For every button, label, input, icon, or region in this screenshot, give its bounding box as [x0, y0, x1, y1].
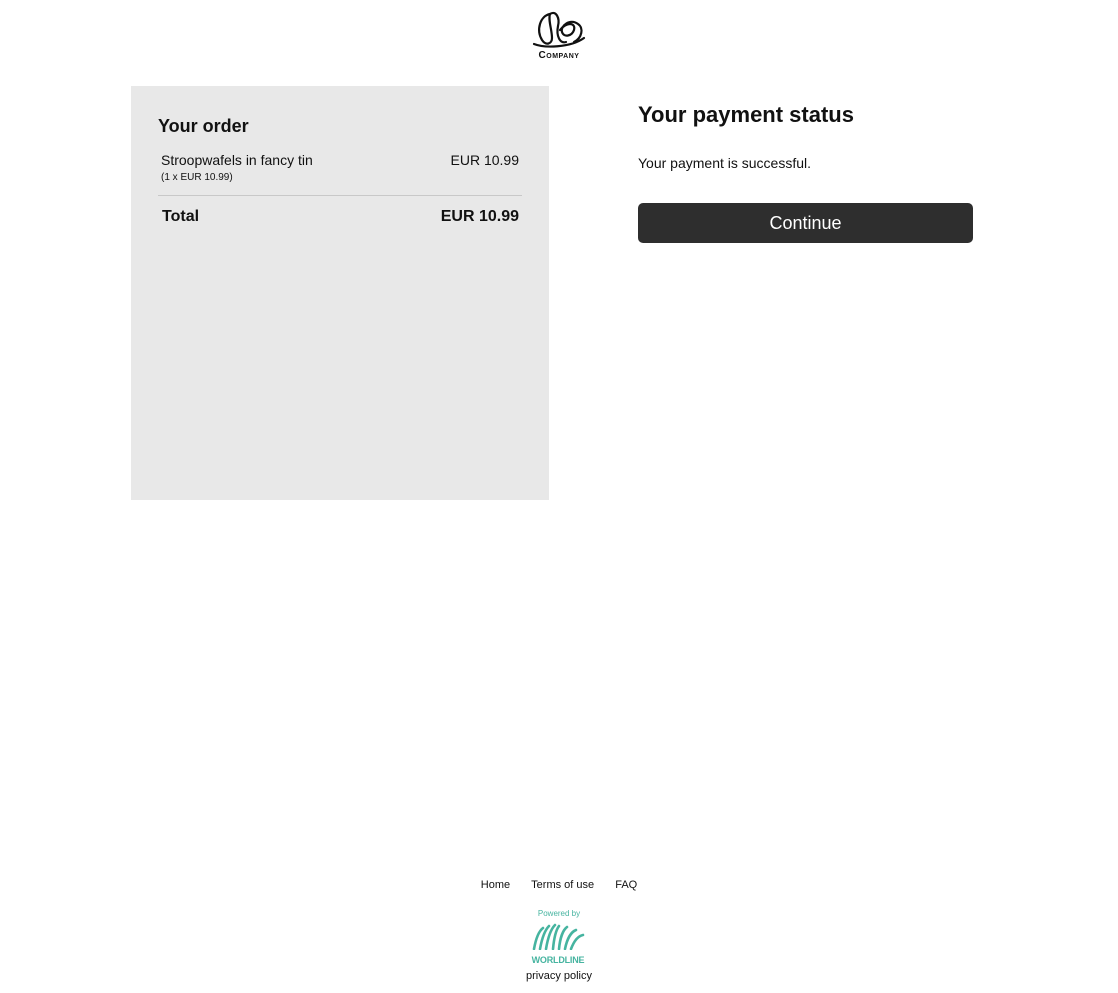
- footer-link-home[interactable]: Home: [481, 879, 510, 891]
- footer-links: Home Terms of use FAQ: [0, 879, 1118, 891]
- payment-status-message: Your payment is successful.: [638, 155, 812, 171]
- payment-status-page: Company Your order Stroopwafels in fancy…: [0, 0, 1118, 993]
- order-divider: [158, 195, 522, 196]
- footer-link-terms[interactable]: Terms of use: [531, 879, 594, 891]
- powered-by-text: Powered by: [537, 909, 581, 918]
- item-quantity: (1 x EUR 10.99): [161, 172, 233, 183]
- order-summary-panel: Your order Stroopwafels in fancy tin EUR…: [131, 86, 549, 500]
- privacy-policy: privacy policy: [0, 970, 1118, 982]
- order-line-item: Stroopwafels in fancy tin EUR 10.99 (1 x…: [161, 152, 519, 183]
- order-title: Your order: [158, 116, 249, 136]
- footer-link-faq[interactable]: FAQ: [615, 879, 637, 891]
- privacy-policy-link[interactable]: privacy policy: [526, 970, 592, 982]
- total-label: Total: [162, 208, 200, 225]
- company-logo-text: Company: [538, 50, 580, 61]
- worldline-arcs-icon: [532, 923, 585, 951]
- company-logo[interactable]: Company: [528, 8, 590, 64]
- company-logo-icon: [532, 11, 586, 48]
- order-total-row: Total EUR 10.99: [162, 208, 519, 226]
- worldline-brand-text: WORLDLINE: [531, 955, 585, 965]
- item-price: EUR 10.99: [450, 152, 519, 168]
- payment-status-title: Your payment status: [638, 102, 854, 127]
- worldline-logo: WORLDLINE: [530, 922, 586, 965]
- continue-button[interactable]: Continue: [638, 203, 973, 243]
- total-value: EUR 10.99: [440, 208, 519, 225]
